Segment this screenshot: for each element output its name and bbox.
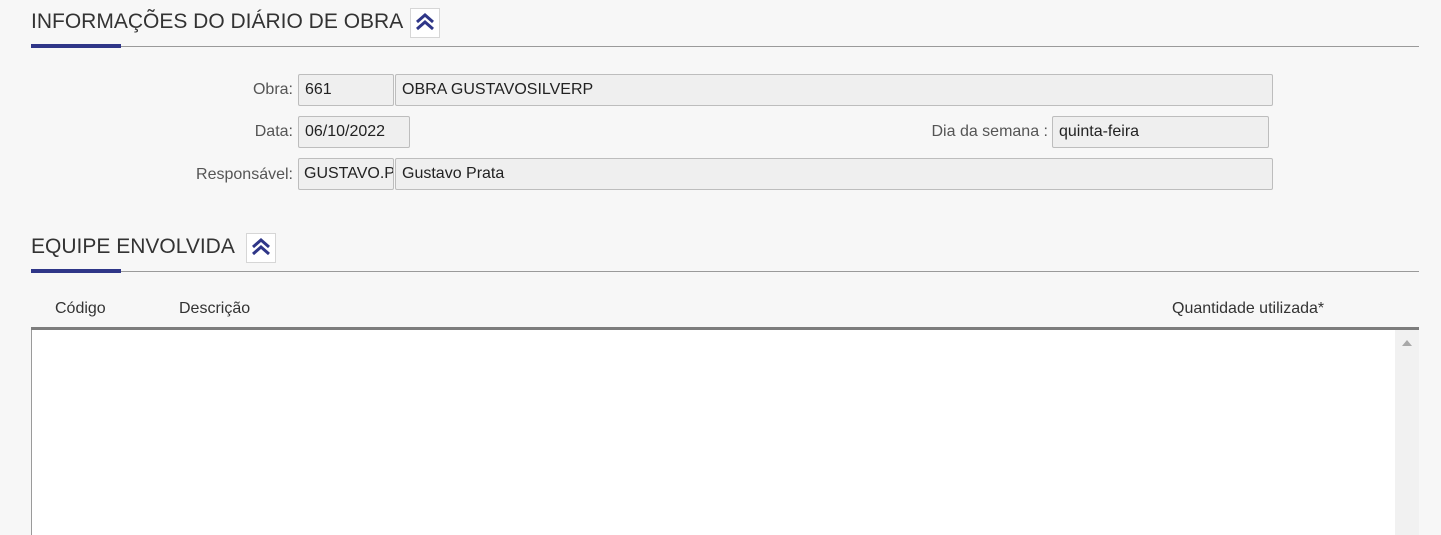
column-header-descricao[interactable]: Descrição — [179, 300, 250, 318]
team-collapse-button[interactable] — [246, 233, 276, 263]
double-chevron-up-icon — [250, 236, 272, 261]
column-header-quantidade[interactable]: Quantidade utilizada* — [1172, 300, 1324, 318]
info-section-title: INFORMAÇÕES DO DIÁRIO DE OBRA — [31, 10, 404, 33]
obra-name-field[interactable]: OBRA GUSTAVOSILVERP — [395, 74, 1273, 106]
info-section-rule — [31, 46, 1419, 47]
team-section-title: EQUIPE ENVOLVIDA — [31, 235, 235, 258]
info-section-header: INFORMAÇÕES DO DIÁRIO DE OBRA — [31, 8, 1419, 50]
data-field[interactable]: 06/10/2022 — [298, 116, 410, 148]
info-collapse-button[interactable] — [410, 8, 440, 38]
double-chevron-up-icon — [414, 11, 436, 36]
vertical-scrollbar[interactable] — [1395, 330, 1419, 535]
obra-code-field[interactable]: 661 — [298, 74, 394, 106]
scroll-up-arrow-icon[interactable] — [1402, 340, 1412, 346]
dia-semana-label: Dia da semana : — [931, 123, 1048, 140]
team-section-header: EQUIPE ENVOLVIDA — [31, 233, 1419, 275]
column-header-codigo[interactable]: Código — [55, 300, 106, 318]
dia-semana-field[interactable]: quinta-feira — [1052, 116, 1269, 148]
obra-label: Obra: — [252, 81, 293, 98]
responsavel-code-field[interactable]: GUSTAVO.PRATA — [298, 158, 394, 190]
data-label: Data: — [254, 123, 293, 140]
responsavel-label: Responsável: — [196, 166, 293, 183]
team-table-body — [31, 330, 1419, 535]
team-section-accent — [31, 269, 121, 273]
team-section-rule — [31, 271, 1419, 272]
responsavel-name-field[interactable]: Gustavo Prata — [395, 158, 1273, 190]
info-section-accent — [31, 44, 121, 48]
